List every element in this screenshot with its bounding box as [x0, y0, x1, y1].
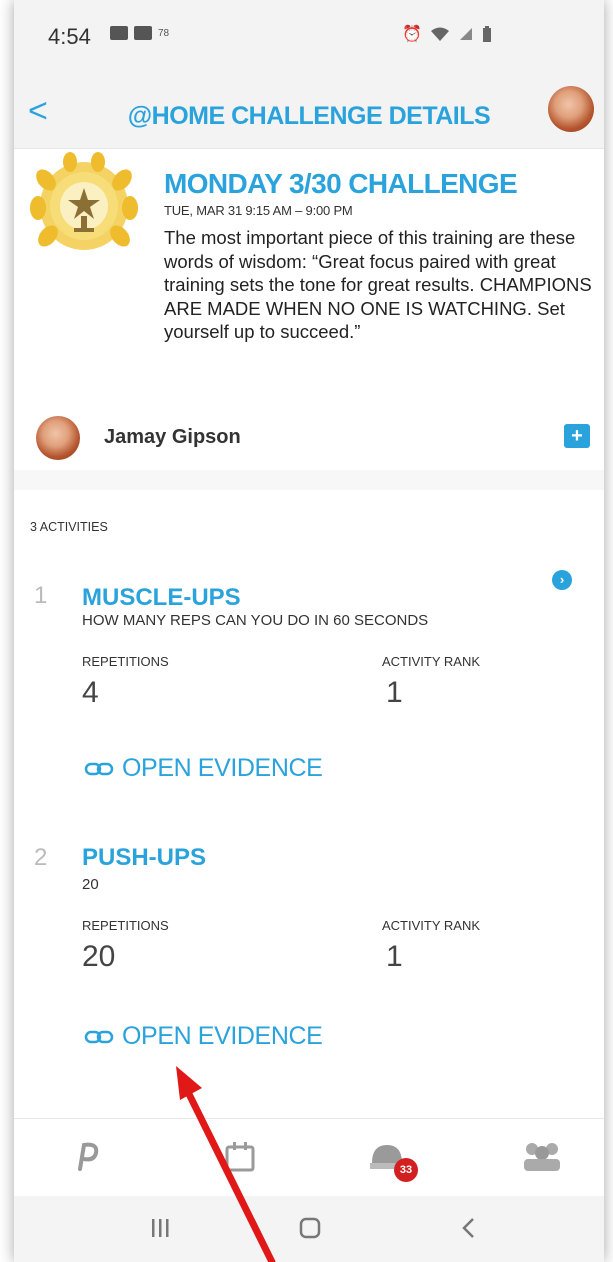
- status-time: 4:54: [48, 24, 91, 49]
- recent-apps-icon[interactable]: [150, 1216, 170, 1240]
- activities-count: 3 ACTIVITIES: [30, 520, 108, 534]
- stat-label: REPETITIONS: [82, 918, 169, 933]
- activity-subtitle: HOW MANY REPS CAN YOU DO IN 60 SECONDS: [82, 612, 429, 629]
- user-row: Jamay Gipson +: [36, 416, 596, 460]
- challenge-datetime: TUE, MAR 31 9:15 AM – 9:00 PM: [164, 203, 353, 218]
- bottom-nav: [14, 1118, 604, 1197]
- activity-number: 2: [34, 844, 48, 871]
- back-icon[interactable]: [460, 1216, 478, 1240]
- open-evidence-label[interactable]: OPEN EVIDENCE: [122, 754, 323, 783]
- open-evidence-link[interactable]: OPEN EVIDENCE: [84, 754, 323, 783]
- profile-avatar[interactable]: [548, 86, 594, 132]
- wifi-icon: [430, 27, 449, 41]
- stat-label: ACTIVITY RANK: [382, 654, 481, 669]
- alarm-icon: ⏰: [402, 26, 422, 43]
- challenge-title: MONDAY 3/30 CHALLENGE: [164, 168, 518, 199]
- user-name: Jamay Gipson: [104, 426, 241, 448]
- link-icon: [84, 1030, 114, 1043]
- image-icon: [134, 26, 152, 40]
- team-icon[interactable]: [522, 1139, 562, 1173]
- home-icon[interactable]: [298, 1216, 322, 1240]
- chevron-right-icon[interactable]: ›: [552, 570, 572, 590]
- link-icon: [84, 762, 114, 775]
- section-divider: [14, 470, 604, 490]
- page-title: @HOME CHALLENGE DETAILS: [127, 102, 491, 130]
- stat-label: REPETITIONS: [82, 654, 169, 669]
- add-comment-button[interactable]: +: [564, 424, 590, 448]
- app-header: < @HOME CHALLENGE DETAILS: [14, 80, 604, 149]
- activity-number: 1: [34, 582, 48, 609]
- open-evidence-label[interactable]: OPEN EVIDENCE: [122, 1022, 323, 1051]
- user-avatar[interactable]: [36, 416, 80, 460]
- system-nav-bar: [14, 1196, 604, 1262]
- repetitions-value: 4: [82, 676, 99, 709]
- activity-rank-value: 1: [386, 940, 403, 973]
- stat-label: ACTIVITY RANK: [382, 918, 481, 933]
- activity-title[interactable]: MUSCLE-UPS: [82, 584, 241, 612]
- notification-badge: 33: [394, 1158, 418, 1182]
- signal-icon: [459, 28, 472, 40]
- home-logo-icon[interactable]: [74, 1141, 100, 1171]
- phone-screen: 4:54 78 ⏰ < @HOME CHALLENGE DETAILS MOND…: [14, 0, 604, 1262]
- message-icon: [110, 26, 128, 40]
- status-bar: 4:54 78 ⏰: [14, 0, 604, 80]
- activity-title[interactable]: PUSH-UPS: [82, 844, 206, 872]
- battery-icon: [482, 26, 491, 42]
- challenge-description: The most important piece of this trainin…: [164, 227, 592, 342]
- trophy-medal-icon: [30, 152, 138, 250]
- activity-rank-value: 1: [386, 676, 403, 709]
- repetitions-value: 20: [82, 940, 116, 973]
- calendar-icon[interactable]: [224, 1141, 256, 1173]
- activity-subtitle: 20: [82, 876, 99, 893]
- notification-count: 78: [158, 27, 170, 39]
- open-evidence-link[interactable]: OPEN EVIDENCE: [84, 1022, 323, 1051]
